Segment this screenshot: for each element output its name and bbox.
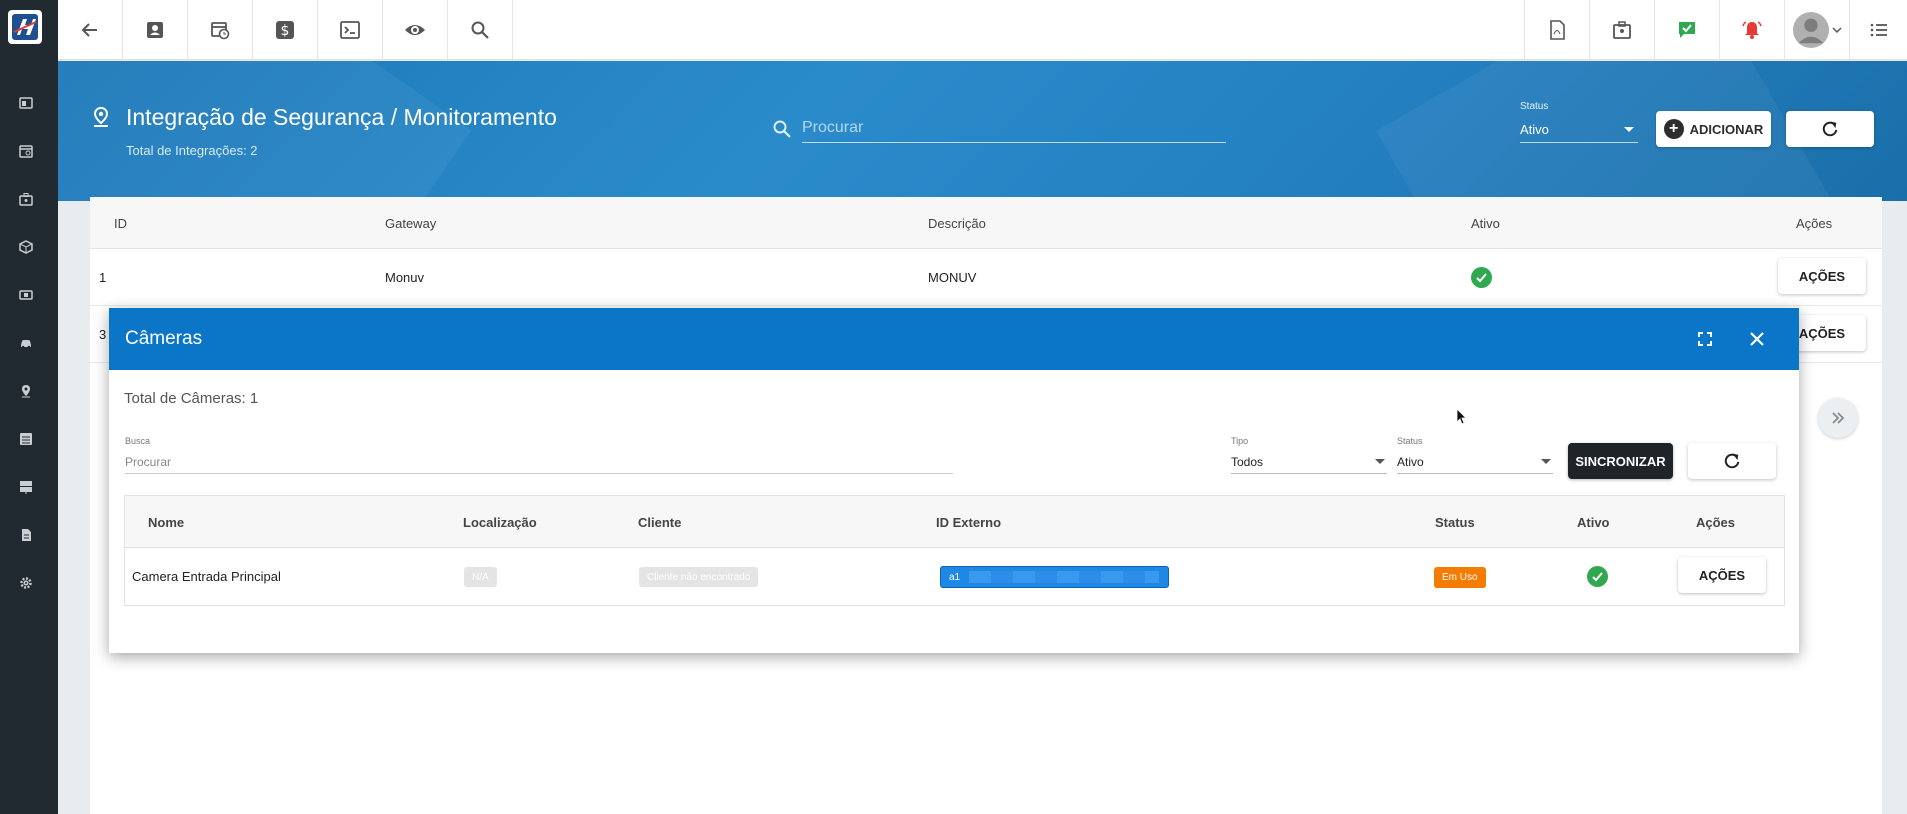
caret-down-icon bbox=[1541, 459, 1551, 464]
caret-down-icon bbox=[1375, 459, 1385, 464]
list-icon[interactable] bbox=[17, 430, 35, 448]
status-badge: Em Uso bbox=[1434, 567, 1486, 588]
modal-header: Câmeras bbox=[109, 308, 1799, 370]
back-arrow-icon[interactable] bbox=[58, 0, 123, 60]
money-icon[interactable] bbox=[17, 286, 35, 304]
cameras-total: Total de Câmeras: 1 bbox=[124, 390, 259, 407]
cell-id: 3 bbox=[99, 327, 107, 342]
actions-button[interactable]: AÇÕES bbox=[1678, 557, 1766, 593]
modal-status-label: Status bbox=[1397, 436, 1423, 446]
terminal-icon[interactable] bbox=[318, 0, 383, 60]
svg-text:$: $ bbox=[281, 23, 290, 39]
top-bar: $ bbox=[58, 0, 1907, 60]
page-subtitle: Total de Integrações: 2 bbox=[126, 143, 258, 158]
cameras-table: Nome Localização Cliente ID Externo Stat… bbox=[124, 495, 1785, 606]
column-header-acoes: Ações bbox=[1696, 515, 1736, 530]
gear-icon[interactable] bbox=[17, 574, 35, 592]
caret-down-icon bbox=[1624, 127, 1634, 132]
column-header-ativo: Ativo bbox=[1577, 515, 1610, 530]
chat-check-icon[interactable] bbox=[1654, 0, 1719, 60]
refresh-icon bbox=[1822, 121, 1838, 137]
sidebar bbox=[0, 0, 58, 814]
pdf-icon[interactable] bbox=[1524, 0, 1589, 60]
external-id-badge: a1 bbox=[940, 566, 1169, 588]
column-header-gateway: Gateway bbox=[385, 216, 437, 231]
car-icon[interactable] bbox=[17, 334, 35, 352]
search-input[interactable] bbox=[802, 113, 1226, 143]
table-row[interactable]: 1 Monuv MONUV AÇÕES bbox=[90, 249, 1882, 306]
page-title: Integração de Segurança / Monitoramento bbox=[126, 104, 557, 130]
camera-search-input[interactable] bbox=[125, 450, 953, 474]
client-badge: Cliente não encontrado bbox=[639, 567, 759, 587]
column-header-cliente: Cliente bbox=[638, 515, 682, 530]
server-icon[interactable] bbox=[17, 478, 35, 496]
tipo-select[interactable]: Todos bbox=[1231, 450, 1387, 474]
dashboard-icon[interactable] bbox=[17, 94, 35, 112]
table-header: Nome Localização Cliente ID Externo Stat… bbox=[125, 496, 1784, 548]
search-icon[interactable] bbox=[448, 0, 513, 60]
column-header-ativo: Ativo bbox=[1471, 216, 1500, 231]
column-header-status: Status bbox=[1435, 515, 1475, 530]
double-chevron-right-icon bbox=[1832, 412, 1845, 424]
actions-button[interactable]: AÇÕES bbox=[1778, 258, 1866, 294]
eye-icon[interactable] bbox=[383, 0, 448, 60]
external-id-text: a1 bbox=[949, 572, 961, 583]
refresh-button[interactable] bbox=[1688, 443, 1776, 479]
column-header-localizacao: Localização bbox=[463, 515, 537, 530]
active-check-icon bbox=[1471, 267, 1492, 288]
calendar-badge-icon[interactable] bbox=[1589, 0, 1654, 60]
map-pin-icon bbox=[93, 106, 109, 127]
next-page-button[interactable] bbox=[1818, 398, 1858, 438]
cell-id: 1 bbox=[99, 270, 107, 285]
box-icon[interactable] bbox=[17, 238, 35, 256]
app-root: $ Integração de Segurança / Monitorament… bbox=[0, 0, 1907, 814]
modal-status-select[interactable]: Ativo bbox=[1397, 450, 1553, 474]
active-check-icon bbox=[1587, 566, 1608, 587]
alarm-bell-icon[interactable] bbox=[1719, 0, 1784, 60]
contact-card-icon[interactable] bbox=[123, 0, 188, 60]
cameras-modal: Câmeras Total de Câmeras: 1 Busca Tipo T… bbox=[109, 308, 1799, 653]
search-icon bbox=[773, 120, 791, 138]
refresh-button[interactable] bbox=[1786, 111, 1874, 147]
fullscreen-icon[interactable] bbox=[1695, 329, 1715, 349]
column-header-descricao: Descrição bbox=[928, 216, 986, 231]
dollar-icon[interactable]: $ bbox=[253, 0, 318, 60]
add-button[interactable]: + ADICIONAR bbox=[1656, 111, 1771, 147]
location-badge: N/A bbox=[464, 567, 497, 587]
sync-button[interactable]: SINCRONIZAR bbox=[1568, 443, 1673, 479]
menu-list-icon[interactable] bbox=[1849, 0, 1907, 60]
busca-label: Busca bbox=[125, 436, 151, 446]
modal-title: Câmeras bbox=[125, 328, 203, 349]
cell-descricao: MONUV bbox=[928, 270, 977, 285]
document-icon[interactable] bbox=[17, 526, 35, 544]
column-header-nome: Nome bbox=[148, 515, 185, 530]
modal-status-select-value: Ativo bbox=[1397, 455, 1424, 469]
user-avatar-icon[interactable] bbox=[1784, 0, 1849, 60]
plus-circle-icon: + bbox=[1663, 119, 1684, 139]
calendar-icon[interactable] bbox=[17, 142, 35, 160]
mouse-cursor-icon bbox=[1456, 408, 1467, 425]
column-header-id: ID bbox=[114, 216, 127, 231]
map-pin-icon[interactable] bbox=[17, 382, 35, 400]
refresh-icon bbox=[1724, 453, 1740, 469]
close-icon[interactable] bbox=[1746, 328, 1768, 350]
status-select-value: Ativo bbox=[1520, 122, 1549, 137]
add-button-label: ADICIONAR bbox=[1689, 121, 1764, 137]
redacted-block bbox=[969, 571, 1159, 583]
tipo-label: Tipo bbox=[1231, 436, 1249, 446]
brand-logo-icon[interactable] bbox=[8, 10, 42, 44]
status-label: Status bbox=[1520, 101, 1549, 112]
column-header-id-externo: ID Externo bbox=[936, 515, 1002, 530]
cell-nome: Camera Entrada Principal bbox=[132, 569, 281, 584]
tipo-select-value: Todos bbox=[1231, 455, 1264, 469]
page-header: Integração de Segurança / Monitoramento … bbox=[58, 61, 1907, 201]
column-header-acoes: Ações bbox=[1796, 216, 1833, 231]
table-row[interactable]: Camera Entrada Principal N/A Cliente não… bbox=[125, 548, 1784, 605]
status-select[interactable]: Ativo bbox=[1520, 117, 1638, 143]
table-header: ID Gateway Descrição Ativo Ações bbox=[90, 197, 1882, 249]
calendar-clock-icon[interactable] bbox=[188, 0, 253, 60]
cell-gateway: Monuv bbox=[385, 270, 425, 285]
briefcase-icon[interactable] bbox=[17, 190, 35, 208]
